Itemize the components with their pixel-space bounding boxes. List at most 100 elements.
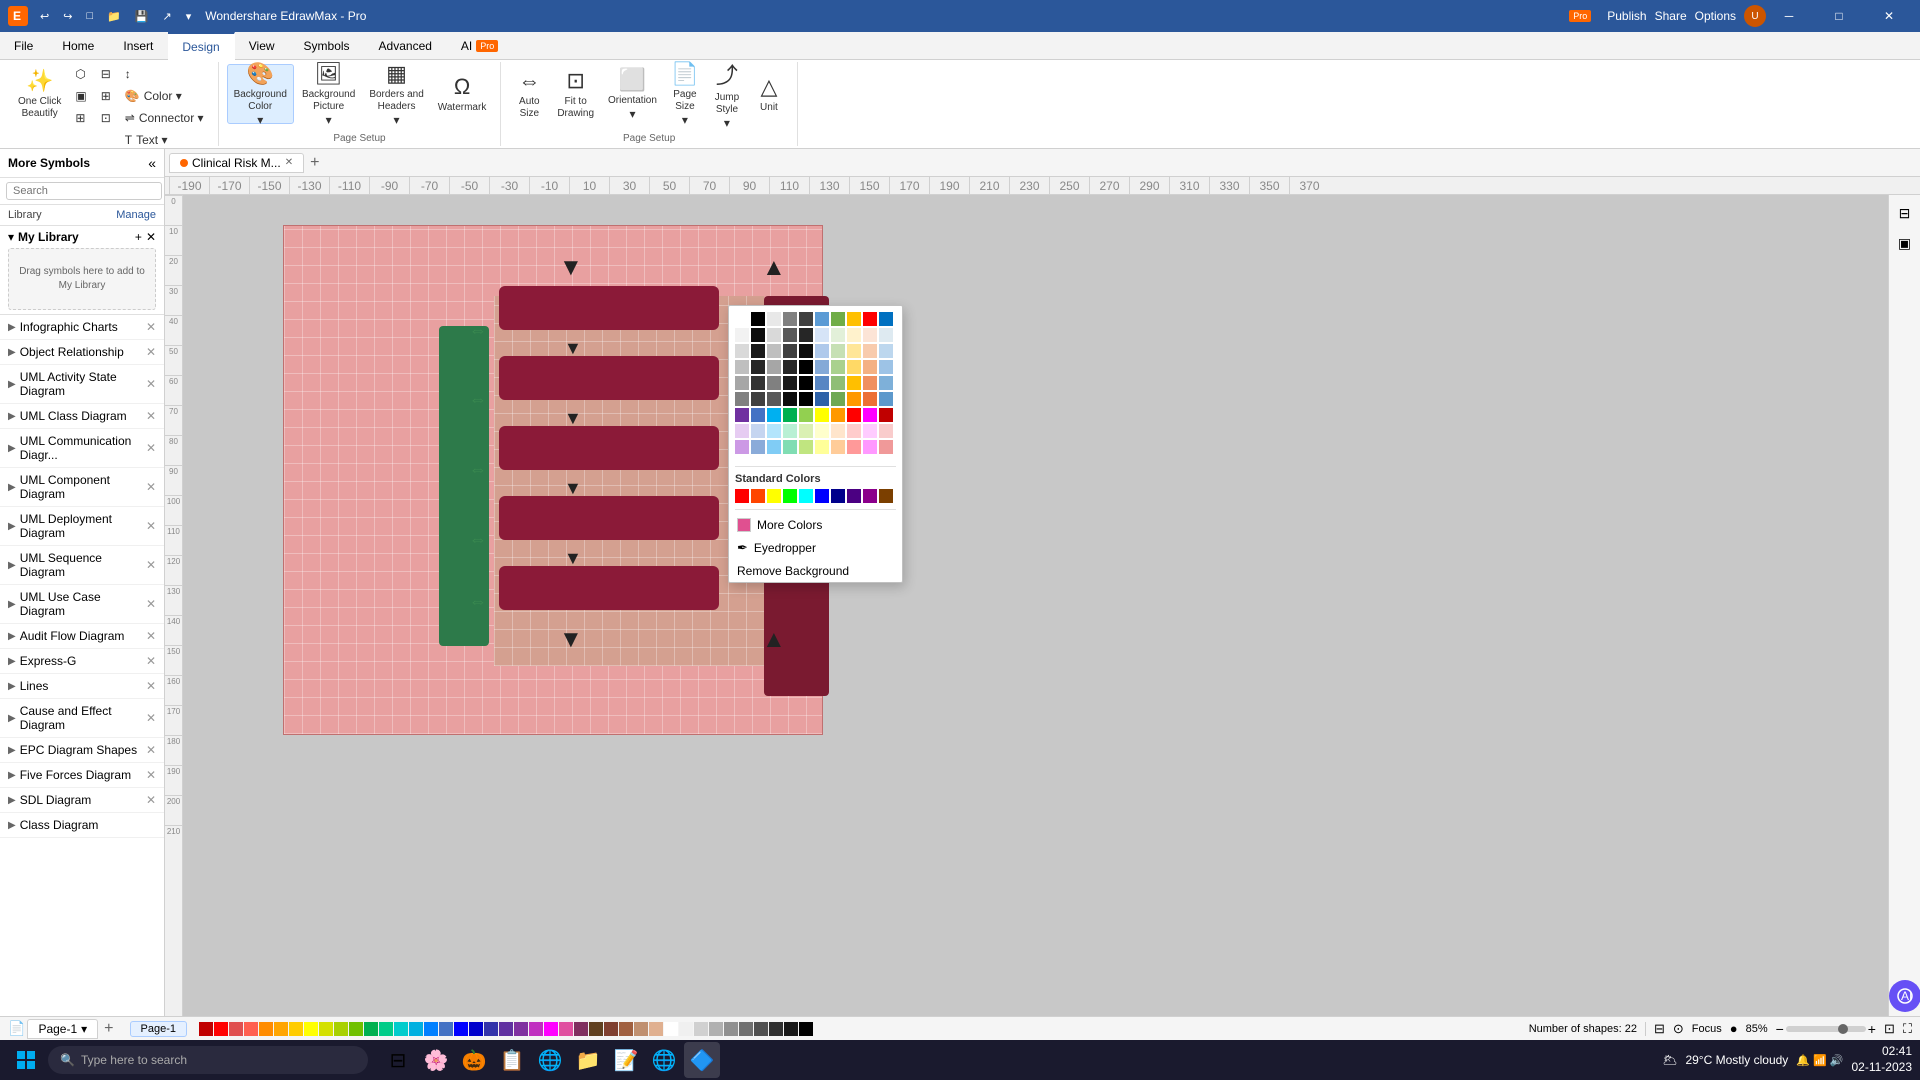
- color-cell[interactable]: [735, 360, 749, 374]
- color-cell[interactable]: [767, 440, 781, 454]
- background-color-btn[interactable]: 🎨 BackgroundColor ▾: [227, 64, 294, 124]
- color-cell[interactable]: [847, 312, 861, 326]
- color-cell[interactable]: [879, 440, 893, 454]
- color-cell[interactable]: [879, 360, 893, 374]
- arrange2-btn[interactable]: ↕: [119, 64, 210, 84]
- palette-swatch[interactable]: [589, 1022, 603, 1036]
- undo-btn[interactable]: ↩: [34, 6, 55, 27]
- color-cell[interactable]: [879, 344, 893, 358]
- color-cell[interactable]: [783, 392, 797, 406]
- std-color-dark-blue[interactable]: [831, 489, 845, 503]
- palette-swatch[interactable]: [544, 1022, 558, 1036]
- std-color-dark-magenta[interactable]: [863, 489, 877, 503]
- color-cell[interactable]: [783, 424, 797, 438]
- palette-swatch[interactable]: [379, 1022, 393, 1036]
- color-cell[interactable]: [767, 328, 781, 342]
- sidebar-item-five-forces[interactable]: ▶ Five Forces Diagram ✕: [0, 763, 164, 788]
- share-btn[interactable]: Share: [1655, 9, 1687, 23]
- color-cell[interactable]: [735, 408, 749, 422]
- tab-view[interactable]: View: [235, 32, 290, 60]
- sidebar-collapse-icon[interactable]: «: [148, 155, 156, 171]
- zoom-slider[interactable]: [1786, 1026, 1866, 1032]
- color-cell[interactable]: [751, 376, 765, 390]
- color-cell[interactable]: [863, 392, 877, 406]
- sidebar-item-uml-activity[interactable]: ▶ UML Activity State Diagram ✕: [0, 365, 164, 404]
- zoom-out-btn[interactable]: −: [1776, 1021, 1784, 1037]
- color-cell[interactable]: [879, 328, 893, 342]
- background-picture-btn[interactable]: 🖼 BackgroundPicture ▾: [296, 64, 361, 124]
- palette-swatch[interactable]: [409, 1022, 423, 1036]
- tab-file[interactable]: File: [0, 32, 48, 60]
- color-cell[interactable]: [783, 360, 797, 374]
- palette-swatch[interactable]: [424, 1022, 438, 1036]
- sidebar-item-uml-class[interactable]: ▶ UML Class Diagram ✕: [0, 404, 164, 429]
- color-cell[interactable]: [879, 424, 893, 438]
- close-btn[interactable]: ✕: [1866, 0, 1912, 32]
- export-btn[interactable]: ↗: [157, 6, 178, 27]
- group-btn[interactable]: ▣: [69, 86, 92, 106]
- palette-swatch[interactable]: [214, 1022, 228, 1036]
- tab-home[interactable]: Home: [48, 32, 109, 60]
- page-tab-dropdown[interactable]: ▾: [81, 1022, 87, 1036]
- std-color-blue[interactable]: [815, 489, 829, 503]
- color-cell[interactable]: [767, 424, 781, 438]
- palette-swatch[interactable]: [784, 1022, 798, 1036]
- color-cell[interactable]: [767, 360, 781, 374]
- taskbar-app-3[interactable]: 📋: [494, 1042, 530, 1078]
- palette-swatch[interactable]: [289, 1022, 303, 1036]
- sidebar-item-infographic[interactable]: ▶ Infographic Charts ✕: [0, 315, 164, 340]
- taskbar-app-1[interactable]: 🌸: [418, 1042, 454, 1078]
- color-cell[interactable]: [815, 392, 829, 406]
- palette-swatch[interactable]: [709, 1022, 723, 1036]
- color-cell[interactable]: [879, 392, 893, 406]
- palette-swatch[interactable]: [199, 1022, 213, 1036]
- color-cell[interactable]: [735, 440, 749, 454]
- palette-swatch[interactable]: [529, 1022, 543, 1036]
- color-cell[interactable]: [767, 392, 781, 406]
- maximize-btn[interactable]: □: [1816, 0, 1862, 32]
- page-tab-name[interactable]: Page-1: [130, 1021, 187, 1037]
- right-panel-btn-1[interactable]: ⊟: [1891, 199, 1919, 227]
- canvas-viewport[interactable]: ▼ ▲ ▼ ⇔ ▼ ⇔ ▼ ⇔ ▼ ⇔: [183, 195, 1888, 1016]
- color-cell[interactable]: [815, 408, 829, 422]
- add-tab-btn[interactable]: +: [304, 154, 325, 172]
- user-avatar[interactable]: U: [1744, 5, 1766, 27]
- color-cell[interactable]: [863, 424, 877, 438]
- palette-swatch[interactable]: [634, 1022, 648, 1036]
- arrange-btn[interactable]: ⊡: [95, 108, 117, 128]
- palette-swatch[interactable]: [394, 1022, 408, 1036]
- close-icon[interactable]: ✕: [146, 654, 156, 668]
- sidebar-item-uml-deploy[interactable]: ▶ UML Deployment Diagram ✕: [0, 507, 164, 546]
- jump-style-btn[interactable]: ⤴ JumpStyle ▾: [707, 64, 747, 124]
- palette-swatch[interactable]: [724, 1022, 738, 1036]
- search-input[interactable]: [6, 182, 162, 200]
- connector-btn[interactable]: ⇌ Connector ▾: [119, 108, 210, 128]
- sidebar-item-uml-seq[interactable]: ▶ UML Sequence Diagram ✕: [0, 546, 164, 585]
- color-cell[interactable]: [767, 344, 781, 358]
- color-cell[interactable]: [831, 392, 845, 406]
- close-icon[interactable]: ✕: [146, 768, 156, 782]
- palette-swatch[interactable]: [664, 1022, 678, 1036]
- orientation-btn[interactable]: ⬜ Orientation ▾: [602, 64, 663, 124]
- color-cell[interactable]: [735, 392, 749, 406]
- open-btn[interactable]: 📁: [101, 6, 127, 27]
- std-color-brown[interactable]: [879, 489, 893, 503]
- close-icon[interactable]: ✕: [146, 377, 156, 391]
- palette-swatch[interactable]: [244, 1022, 258, 1036]
- color-cell[interactable]: [863, 408, 877, 422]
- color-cell[interactable]: [879, 312, 893, 326]
- fit-to-drawing-btn[interactable]: ⊡ Fit toDrawing: [551, 64, 600, 124]
- color-cell[interactable]: [735, 424, 749, 438]
- taskbar-app-task-view[interactable]: ⊟: [380, 1042, 416, 1078]
- close-icon[interactable]: ✕: [146, 711, 156, 725]
- canvas-tab-main[interactable]: Clinical Risk M... ✕: [169, 153, 304, 173]
- palette-swatch[interactable]: [559, 1022, 573, 1036]
- add-library-icon[interactable]: +: [135, 230, 142, 244]
- color-cell[interactable]: [799, 344, 813, 358]
- ungroup-btn[interactable]: ⊞: [69, 108, 92, 128]
- color-cell[interactable]: [831, 424, 845, 438]
- select-similar-btn[interactable]: ⬡: [69, 64, 92, 84]
- close-icon[interactable]: ✕: [146, 793, 156, 807]
- palette-swatch[interactable]: [514, 1022, 528, 1036]
- color-cell[interactable]: [799, 328, 813, 342]
